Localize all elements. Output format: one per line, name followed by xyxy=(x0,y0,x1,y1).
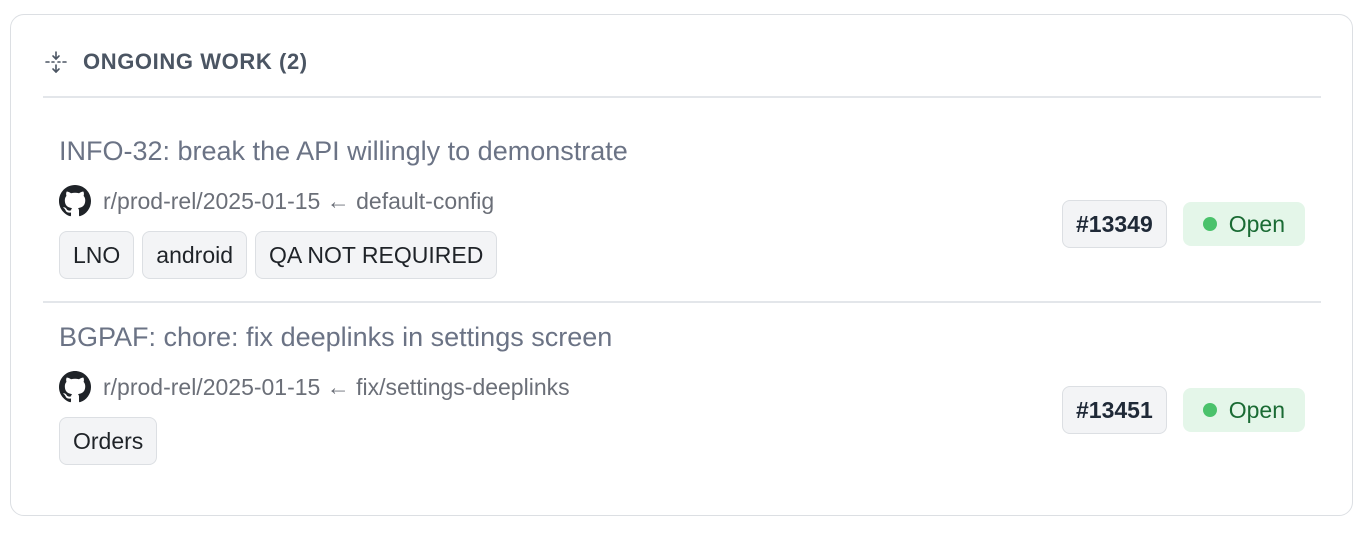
pr-number-badge[interactable]: #13349 xyxy=(1061,200,1167,248)
branch-info: r/prod-rel/2025-01-15 ← default-config xyxy=(103,187,495,214)
tag-label: LNO xyxy=(59,231,135,279)
section-title: ONGOING WORK (2) xyxy=(83,49,308,74)
collapse-vertical-icon[interactable] xyxy=(43,49,69,75)
work-item-title[interactable]: INFO-32: break the API willingly to demo… xyxy=(59,133,1305,169)
status-badge: Open xyxy=(1182,388,1305,432)
ongoing-work-card: ONGOING WORK (2) INFO-32: break the API … xyxy=(10,14,1353,516)
github-icon xyxy=(59,185,91,217)
github-icon xyxy=(59,371,91,403)
tag-label: QA NOT REQUIRED xyxy=(255,231,498,279)
pr-number-badge[interactable]: #13451 xyxy=(1061,386,1167,434)
branch-info: r/prod-rel/2025-01-15 ← fix/settings-dee… xyxy=(103,373,570,400)
item-divider xyxy=(43,301,1321,303)
work-item: INFO-32: break the API willingly to demo… xyxy=(59,133,1305,279)
tag-label: android xyxy=(142,231,248,279)
status-dot-icon xyxy=(1202,403,1217,417)
status-label: Open xyxy=(1228,396,1285,423)
status-dot-icon xyxy=(1202,217,1217,231)
tag-label: Orders xyxy=(59,417,158,465)
pr-meta: #13349 Open xyxy=(1061,200,1305,248)
work-item: BGPAF: chore: fix deeplinks in settings … xyxy=(59,319,1305,465)
status-label: Open xyxy=(1228,210,1285,237)
header-divider xyxy=(43,96,1321,98)
work-item-title[interactable]: BGPAF: chore: fix deeplinks in settings … xyxy=(59,319,1305,355)
section-header[interactable]: ONGOING WORK (2) xyxy=(43,47,308,77)
status-badge: Open xyxy=(1182,202,1305,246)
pr-meta: #13451 Open xyxy=(1061,386,1305,434)
